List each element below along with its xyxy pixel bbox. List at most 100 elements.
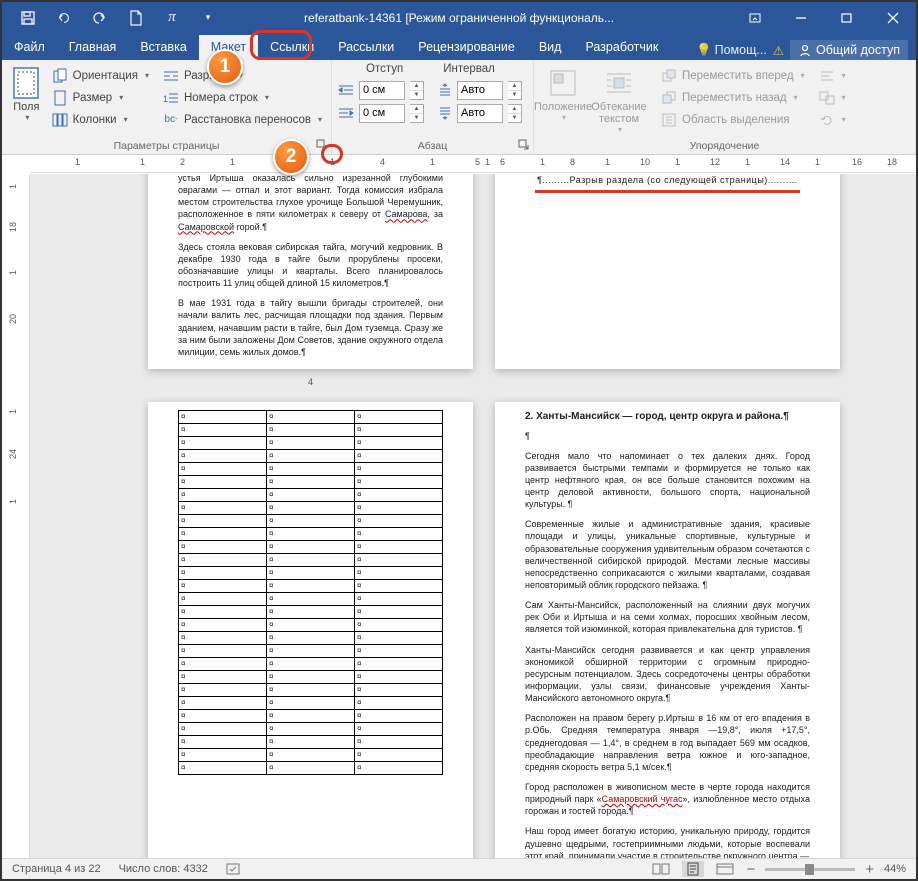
margins-button[interactable]: Поля▾ (8, 63, 45, 152)
tab-file[interactable]: Файл (2, 35, 57, 60)
paragraph: Ханты-Мансийск сегодня развивается и как… (525, 644, 810, 705)
minimize-icon[interactable] (778, 2, 824, 33)
wrap-button[interactable]: Обтекание текстом▾ (586, 63, 652, 152)
columns-label: Колонки (73, 114, 117, 126)
position-icon (547, 67, 579, 99)
tell-me[interactable]: 💡 Помощ... (696, 43, 767, 58)
align-button[interactable]: ▾ (816, 65, 849, 86)
selection-label: Область выделения (682, 114, 790, 126)
equation-icon[interactable]: π (164, 10, 180, 26)
ribbon-options-icon[interactable] (732, 2, 778, 33)
group-button[interactable]: ▾ (816, 87, 849, 108)
callout-1: 1 (207, 49, 243, 85)
vertical-ruler[interactable]: 1181201241 (2, 174, 30, 858)
redo-icon[interactable] (92, 10, 108, 26)
zoom-level[interactable]: 44% (884, 863, 906, 875)
zoom-in[interactable]: + (865, 861, 874, 878)
space-before-input[interactable] (457, 81, 503, 100)
page-7: 2. Ханты-Мансийск — город, центр округа … (495, 402, 840, 858)
horizontal-ruler[interactable]: 112131415161811011211411618 (30, 155, 916, 173)
indent-left-input[interactable] (359, 81, 405, 100)
view-read-icon[interactable] (650, 861, 672, 877)
page-number: 4 (178, 376, 443, 388)
orientation-button[interactable]: Ориентация▾ (49, 65, 152, 86)
save-icon[interactable] (20, 10, 36, 26)
ribbon: Поля▾ Ориентация▾ Размер▾ Колонки▾ Разры… (2, 60, 916, 155)
spellcheck-icon[interactable] (226, 862, 244, 876)
maximize-icon[interactable] (824, 2, 870, 33)
document-area[interactable]: устья Иртыша оказалась сильно изрезанной… (30, 174, 916, 858)
zoom-out[interactable]: − (746, 861, 755, 878)
indent-left[interactable]: ▲▼ (338, 79, 424, 101)
paragraph: Сегодня мало что напоминает о тех далеки… (525, 450, 810, 511)
view-print-icon[interactable] (682, 861, 704, 877)
indent-label: Отступ (366, 63, 403, 75)
breaks-icon (163, 68, 179, 84)
close-icon[interactable] (870, 2, 916, 33)
page-5: ¶.........Разрыв раздела (со следующей с… (495, 174, 840, 369)
paragraph-launcher[interactable] (516, 137, 530, 151)
tell-me-label: Помощ... (715, 43, 767, 57)
tab-dev[interactable]: Разработчик (573, 35, 670, 60)
back-icon (661, 90, 677, 106)
size-button[interactable]: Размер▾ (49, 87, 152, 108)
line-numbers-button[interactable]: 1Номера строк▾ (160, 87, 325, 108)
size-label: Размер (73, 92, 113, 104)
space-after[interactable]: ▲▼ (438, 102, 522, 124)
tab-view[interactable]: Вид (527, 35, 574, 60)
selection-pane[interactable]: Область выделения (658, 109, 808, 130)
window-title: referatbank-14361 [Режим ограниченной фу… (304, 11, 614, 25)
forward-label: Переместить вперед (682, 70, 794, 82)
ribbon-tabs: Файл Главная Вставка Макет Ссылки Рассыл… (2, 33, 916, 60)
heading: 2. Ханты-Мансийск — город, центр округа … (525, 410, 810, 424)
selection-icon (661, 112, 677, 128)
group-para-label: Абзац (332, 140, 533, 152)
group-arrange-label: Упорядочение (534, 140, 915, 152)
indent-right-icon (338, 107, 354, 119)
tab-home[interactable]: Главная (57, 35, 129, 60)
share-button[interactable]: Общий доступ (790, 40, 908, 60)
wrap-icon (603, 67, 635, 99)
indent-right-input[interactable] (359, 104, 405, 123)
qat-more-icon[interactable]: ▾ (200, 10, 216, 26)
new-doc-icon[interactable] (128, 10, 144, 26)
space-after-input[interactable] (457, 104, 503, 123)
page-setup-launcher[interactable] (314, 137, 328, 151)
back-label: Переместить назад (682, 92, 787, 104)
tab-review[interactable]: Рецензирование (406, 35, 527, 60)
rotate-button[interactable]: ▾ (816, 109, 849, 130)
hyphenation-label: Расстановка переносов (184, 114, 311, 126)
paragraph: Сам Ханты-Мансийск, расположенный на сли… (525, 599, 810, 635)
position-button[interactable]: Положение▾ (540, 63, 586, 152)
paragraph: устья Иртыша оказалась сильно изрезанной… (178, 174, 443, 233)
status-words[interactable]: Число слов: 4332 (119, 863, 208, 875)
status-page[interactable]: Страница 4 из 22 (12, 863, 101, 875)
margins-label: Поля (13, 101, 39, 113)
hyphenation-icon: bc- (163, 112, 179, 128)
bring-forward[interactable]: Переместить вперед▾ (658, 65, 808, 86)
orientation-icon (52, 68, 68, 84)
hyphenation-button[interactable]: bc-Расстановка переносов▾ (160, 109, 325, 130)
rotate-icon (819, 112, 835, 128)
view-web-icon[interactable] (714, 861, 736, 877)
send-back[interactable]: Переместить назад▾ (658, 87, 808, 108)
tab-mail[interactable]: Рассылки (326, 35, 406, 60)
zoom-slider[interactable] (765, 868, 855, 871)
align-icon (819, 68, 835, 84)
columns-button[interactable]: Колонки▾ (49, 109, 152, 130)
tab-insert[interactable]: Вставка (128, 35, 198, 60)
callout-2: 2 (273, 139, 309, 175)
paragraph: Расположен на правом берегу р.Иртыш в 16… (525, 712, 810, 773)
group-icon (819, 90, 835, 106)
orientation-label: Ориентация (73, 70, 138, 82)
tab-links[interactable]: Ссылки (258, 35, 326, 60)
columns-icon (52, 112, 68, 128)
undo-icon[interactable] (56, 10, 72, 26)
warning-icon[interactable]: ⚠ (773, 43, 784, 58)
paragraph: В мае 1931 года в тайгу вышли бригады ст… (178, 297, 443, 358)
section-break: ¶.........Разрыв раздела (со следующей с… (525, 174, 810, 188)
space-after-icon (438, 106, 452, 120)
indent-right[interactable]: ▲▼ (338, 102, 424, 124)
space-before[interactable]: ▲▼ (438, 79, 522, 101)
spacing-label: Интервал (443, 63, 495, 75)
